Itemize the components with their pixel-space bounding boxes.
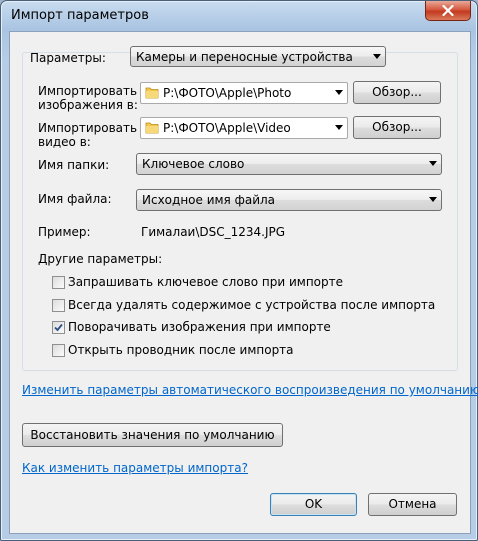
settings-selected: Камеры и переносные устройства xyxy=(136,50,353,64)
checkbox-delete-after-import[interactable] xyxy=(52,299,65,312)
folder-icon xyxy=(145,87,159,99)
settings-dropdown[interactable]: Камеры и переносные устройства xyxy=(130,46,386,67)
chevron-down-icon xyxy=(429,161,437,166)
import-video-label-1: Импортировать xyxy=(38,121,138,135)
import-video-label-2: видео в: xyxy=(38,135,91,149)
folder-name-dropdown[interactable]: Ключевое слово xyxy=(136,153,442,175)
folder-icon xyxy=(145,122,159,134)
browse-images-button[interactable]: Обзор... xyxy=(353,81,441,104)
other-options-heading: Другие параметры: xyxy=(38,252,163,266)
option-open-explorer-label[interactable]: Открыть проводник после импорта xyxy=(68,343,294,357)
import-images-path-dropdown[interactable]: P:\ФОТО\Apple\Photo xyxy=(140,82,348,104)
file-name-selected: Исходное имя файла xyxy=(142,193,276,207)
browse-video-button[interactable]: Обзор... xyxy=(353,116,441,139)
example-label: Пример: xyxy=(38,225,91,239)
import-images-label-1: Импортировать xyxy=(38,84,138,98)
title-bar[interactable]: Импорт параметров xyxy=(1,1,477,31)
option-delete-after-import-label[interactable]: Всегда удалять содержимое с устройства п… xyxy=(68,298,435,312)
chevron-down-icon xyxy=(373,54,381,59)
settings-label: Параметры: xyxy=(30,51,106,65)
checkbox-open-explorer[interactable] xyxy=(52,344,65,357)
ok-button[interactable]: OK xyxy=(270,493,357,516)
checkmark-icon xyxy=(54,323,63,332)
import-help-link[interactable]: Как изменить параметры импорта? xyxy=(22,461,248,475)
chevron-down-icon xyxy=(335,90,343,95)
restore-defaults-button[interactable]: Восстановить значения по умолчанию xyxy=(22,423,283,447)
close-icon xyxy=(442,5,454,16)
import-settings-window: Импорт параметров Параметры: Камеры и пе… xyxy=(0,0,478,541)
checkbox-rotate-images[interactable] xyxy=(52,321,65,334)
close-button[interactable] xyxy=(425,1,471,21)
option-rotate-images-label[interactable]: Поворачивать изображения при импорте xyxy=(68,320,331,334)
window-title: Импорт параметров xyxy=(11,8,149,23)
autoplay-settings-link[interactable]: Изменить параметры автоматического воспр… xyxy=(22,383,478,397)
chevron-down-icon xyxy=(335,125,343,130)
chevron-down-icon xyxy=(429,197,437,202)
dialog-client-area: Параметры: Камеры и переносные устройств… xyxy=(9,31,478,534)
file-name-dropdown[interactable]: Исходное имя файла xyxy=(136,189,442,211)
cancel-button[interactable]: Отмена xyxy=(368,493,457,516)
import-video-path-dropdown[interactable]: P:\ФОТО\Apple\Video xyxy=(140,117,348,139)
folder-name-label: Имя папки: xyxy=(38,158,110,172)
import-images-path: P:\ФОТО\Apple\Photo xyxy=(163,86,292,100)
checkbox-ask-keyword[interactable] xyxy=(52,276,65,289)
folder-name-selected: Ключевое слово xyxy=(142,157,245,171)
example-value: Гималаи\DSC_1234.JPG xyxy=(141,225,286,239)
import-video-path: P:\ФОТО\Apple\Video xyxy=(163,121,291,135)
file-name-label: Имя файла: xyxy=(38,192,112,206)
option-ask-keyword-label[interactable]: Запрашивать ключевое слово при импорте xyxy=(68,275,343,289)
import-images-label-2: изображения в: xyxy=(38,98,138,112)
